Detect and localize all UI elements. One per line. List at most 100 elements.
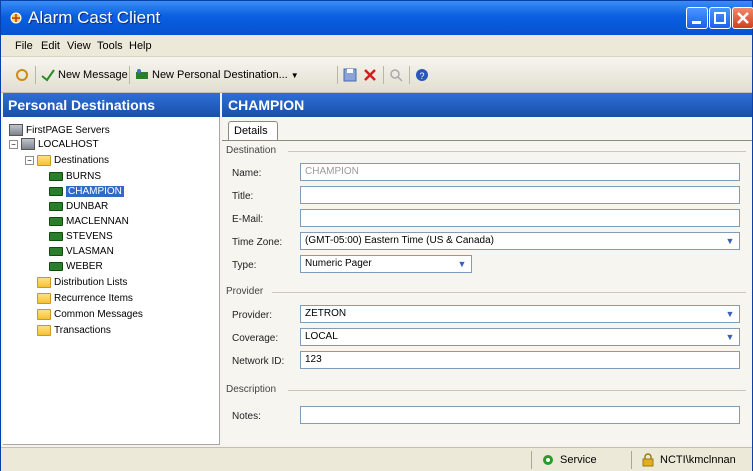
new-personal-destination-button[interactable]: New Personal Destination... ▼ xyxy=(135,67,299,83)
tree-node-label: FirstPAGE Servers xyxy=(26,124,110,136)
tree-node-recurrence-items[interactable]: Recurrence Items xyxy=(37,291,133,305)
tree-node-localhost[interactable]: − LOCALHOST xyxy=(9,137,99,151)
collapse-icon[interactable]: − xyxy=(25,155,34,165)
chevron-down-icon[interactable]: ▼ xyxy=(723,234,737,248)
minimize-button[interactable] xyxy=(686,7,708,29)
provider-value: ZETRON xyxy=(305,308,347,319)
email-label: E-Mail: xyxy=(232,214,264,225)
section-provider: Provider xyxy=(226,286,264,297)
type-value: Numeric Pager xyxy=(305,258,372,269)
menu-edit[interactable]: Edit xyxy=(41,40,60,52)
tree-node-destination[interactable]: VLASMAN xyxy=(49,244,114,258)
new-destination-icon xyxy=(136,69,148,79)
new-personal-destination-label: New Personal Destination... xyxy=(152,69,288,81)
destinations-tree: FirstPAGE Servers − LOCALHOST − Destinat… xyxy=(3,117,220,445)
tree-node-destination-selected[interactable]: CHAMPION xyxy=(49,184,124,198)
tree-node-destination[interactable]: WEBER xyxy=(49,259,103,273)
help-button[interactable]: ? xyxy=(415,67,429,83)
tree-node-label: Recurrence Items xyxy=(54,292,133,304)
provider-select[interactable]: ZETRON ▼ xyxy=(300,305,740,323)
service-label: Service xyxy=(560,454,597,466)
name-label: Name: xyxy=(232,168,262,179)
tree-node-transactions[interactable]: Transactions xyxy=(37,323,111,337)
server-icon xyxy=(21,138,35,150)
new-message-icon xyxy=(41,69,55,82)
lock-icon xyxy=(642,453,654,467)
delete-icon xyxy=(364,69,376,81)
title-label: Title: xyxy=(232,191,254,202)
status-separator xyxy=(631,451,632,469)
folder-icon xyxy=(37,276,51,288)
close-icon xyxy=(737,12,749,24)
app-icon xyxy=(10,12,22,24)
toolbar-separator xyxy=(35,66,36,84)
close-button[interactable] xyxy=(732,7,753,29)
help-icon: ? xyxy=(416,69,428,81)
refresh-icon xyxy=(16,69,28,81)
tab-divider xyxy=(222,140,752,141)
status-user: NCTI\kmclnnan xyxy=(641,452,736,468)
status-service: Service xyxy=(541,452,597,468)
tab-details[interactable]: Details xyxy=(228,121,278,141)
tree-node-firstpage-servers[interactable]: FirstPAGE Servers xyxy=(9,123,110,137)
maximize-button[interactable] xyxy=(709,7,731,29)
save-icon xyxy=(343,68,357,82)
app-window: Alarm Cast Client File Edit View Tools H… xyxy=(0,0,753,471)
tree-node-label: Common Messages xyxy=(54,308,143,320)
chevron-down-icon[interactable]: ▼ xyxy=(455,257,469,271)
menu-tools[interactable]: Tools xyxy=(97,40,123,52)
delete-button[interactable] xyxy=(363,67,377,83)
refresh-button[interactable] xyxy=(15,67,29,83)
coverage-label: Coverage: xyxy=(232,333,279,344)
coverage-select[interactable]: LOCAL ▼ xyxy=(300,328,740,346)
save-button[interactable] xyxy=(343,67,357,83)
pager-icon xyxy=(49,261,63,271)
pager-icon xyxy=(49,186,63,196)
toolbar-separator xyxy=(337,66,338,84)
menu-file[interactable]: File xyxy=(15,40,33,52)
new-message-button[interactable]: New Message xyxy=(41,67,128,83)
collapse-icon[interactable]: − xyxy=(9,139,18,149)
tree-node-destination[interactable]: STEVENS xyxy=(49,229,113,243)
provider-label: Provider: xyxy=(232,310,273,321)
chevron-down-icon[interactable]: ▼ xyxy=(723,307,737,321)
name-field[interactable]: CHAMPION xyxy=(300,163,740,181)
tree-node-common-messages[interactable]: Common Messages xyxy=(37,307,143,321)
menu-view[interactable]: View xyxy=(67,40,91,52)
tree-node-label: LOCALHOST xyxy=(38,138,99,150)
tree-node-distribution-lists[interactable]: Distribution Lists xyxy=(37,275,127,289)
pager-icon xyxy=(49,231,63,241)
toolbar-separator xyxy=(129,66,130,84)
tree-node-destination[interactable]: DUNBAR xyxy=(49,199,108,213)
chevron-down-icon[interactable]: ▼ xyxy=(291,71,299,80)
section-divider xyxy=(288,390,746,391)
menu-help[interactable]: Help xyxy=(129,40,152,52)
type-select[interactable]: Numeric Pager ▼ xyxy=(300,255,472,273)
detail-header: CHAMPION xyxy=(222,93,752,117)
chevron-down-icon[interactable]: ▼ xyxy=(723,330,737,344)
maximize-icon xyxy=(714,12,726,24)
pager-icon xyxy=(49,201,63,211)
email-field[interactable] xyxy=(300,209,740,227)
time-zone-select[interactable]: (GMT-05:00) Eastern Time (US & Canada) ▼ xyxy=(300,232,740,250)
service-icon xyxy=(543,455,553,465)
tree-node-label: WEBER xyxy=(66,260,103,272)
time-zone-label: Time Zone: xyxy=(232,237,283,248)
detail-panel: Details Destination Name: CHAMPION Title… xyxy=(222,117,752,445)
tree-node-destination[interactable]: BURNS xyxy=(49,169,101,183)
find-button[interactable] xyxy=(389,67,403,83)
notes-field[interactable] xyxy=(300,406,740,424)
title-field[interactable] xyxy=(300,186,740,204)
section-divider xyxy=(288,151,746,152)
title-bar[interactable]: Alarm Cast Client xyxy=(1,1,753,35)
pager-icon xyxy=(49,246,63,256)
search-icon xyxy=(390,69,403,82)
toolbar: New Message New Personal Destination... … xyxy=(1,57,752,93)
new-message-label: New Message xyxy=(58,69,128,81)
window-title: Alarm Cast Client xyxy=(28,8,161,27)
type-label: Type: xyxy=(232,260,257,271)
servers-icon xyxy=(9,124,23,136)
tree-node-destinations[interactable]: − Destinations xyxy=(25,153,109,167)
network-id-field[interactable]: 123 xyxy=(300,351,740,369)
tree-node-destination[interactable]: MACLENNAN xyxy=(49,214,129,228)
